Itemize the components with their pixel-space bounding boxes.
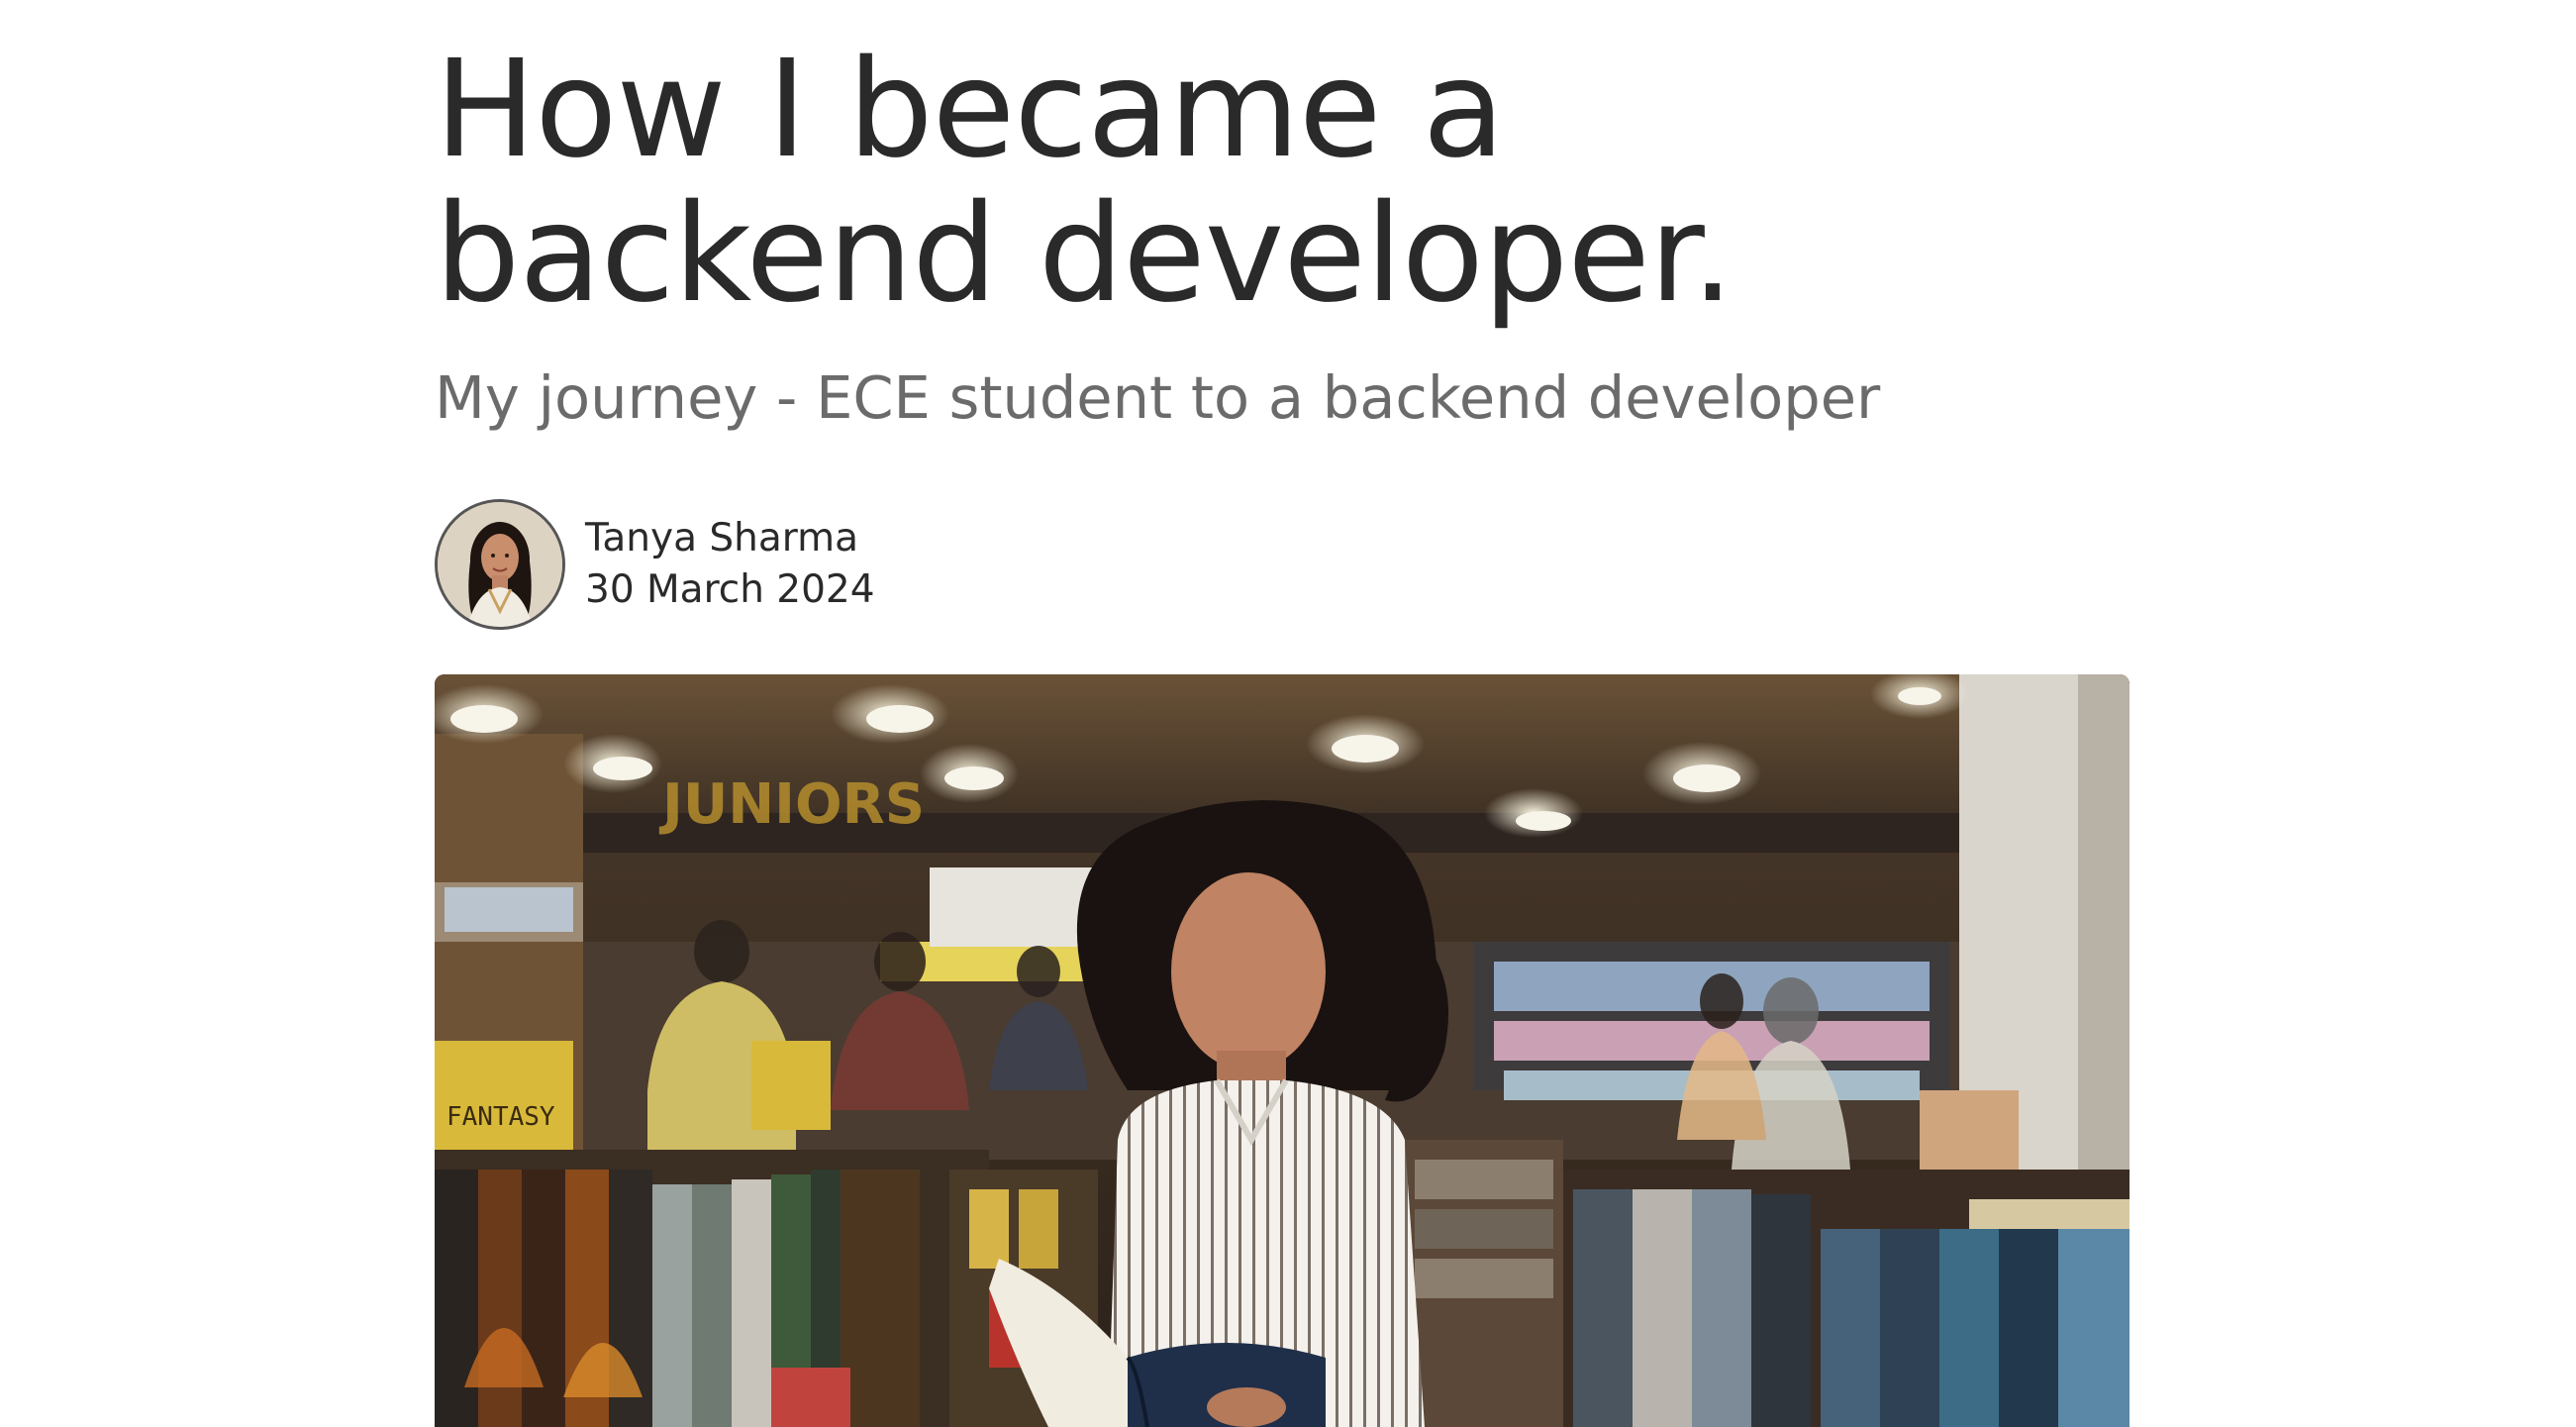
publish-date: 30 March 2024 (585, 567, 875, 612)
author-name[interactable]: Tanya Sharma (585, 513, 875, 564)
author-byline: Tanya Sharma 30 March 2024 (435, 499, 875, 630)
avatar-portrait-icon (438, 502, 562, 627)
author-avatar[interactable] (435, 499, 565, 630)
hero-image: JUNIORS FANTASY (435, 674, 2130, 1427)
fantasy-shelf-label: FANTASY (446, 1102, 555, 1132)
author-meta: Tanya Sharma 30 March 2024 (585, 513, 875, 616)
article-subtitle: My journey - ECE student to a backend de… (435, 363, 1881, 432)
store-sign: JUNIORS (658, 772, 925, 837)
bookstore-photo-icon: JUNIORS FANTASY (435, 674, 2130, 1427)
title-line-2: backend developer. (435, 176, 1734, 333)
article-title: How I became a backend developer. (435, 38, 2118, 327)
title-line-1: How I became a (435, 32, 1505, 188)
